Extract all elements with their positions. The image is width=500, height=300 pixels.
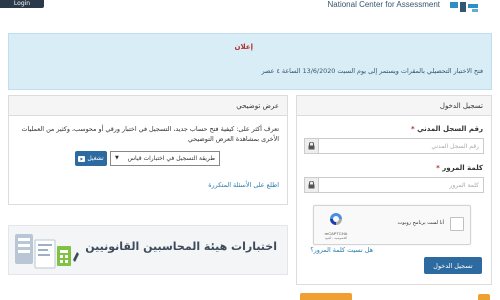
national-id-label: رقم السجل المدني *: [411, 125, 483, 133]
login-submit-button[interactable]: تسجيل الدخول: [424, 257, 482, 274]
accounting-illustration-icon: [15, 234, 79, 269]
faq-link[interactable]: اطلع على الأسئلة المتكررة: [208, 181, 279, 189]
recaptcha-privacy[interactable]: الخصوصية - البنود: [322, 236, 350, 240]
banner-title: اختبارات هيئة المحاسبين القانونيين: [85, 240, 277, 253]
announcement-title: إعلان: [234, 43, 253, 51]
demo-description: تعرف أكثر على: كيفية فتح حساب جديد، التس…: [21, 125, 279, 143]
video-icon: [78, 155, 86, 162]
national-id-field[interactable]: [304, 138, 484, 154]
recaptcha-label: أنا لست برنامج روبوت: [397, 220, 444, 226]
password-field[interactable]: [304, 177, 484, 193]
lock-icon: [305, 178, 319, 192]
demo-panel: عرض توضيحي تعرف أكثر على: كيفية فتح حساب…: [8, 95, 288, 205]
forgot-password-link[interactable]: هل نسيت كلمة المرور؟: [310, 246, 373, 254]
play-button[interactable]: تشغيل: [75, 151, 107, 166]
announcement-box: إعلان فتح الاختبار التحصيلي بالمقرات ويس…: [8, 33, 492, 90]
required-mark: *: [436, 164, 440, 172]
recaptcha-checkbox[interactable]: [450, 217, 464, 231]
required-mark: *: [410, 125, 415, 133]
national-id-label-text: رقم السجل المدني: [417, 125, 483, 133]
password-label-text: كلمة المرور: [442, 164, 483, 172]
recaptcha-logo: reCAPTCHA الخصوصية - البنود: [322, 211, 350, 241]
qiyas-logo-icon[interactable]: [446, 0, 482, 14]
demo-select[interactable]: طريقة التسجيل في اختبارات قياس ▼: [110, 151, 220, 166]
login-top-button[interactable]: Login: [0, 0, 44, 8]
org-name: National Center for Assessment: [327, 0, 441, 9]
recaptcha-widget: أنا لست برنامج روبوت reCAPTCHA الخصوصية …: [313, 205, 471, 245]
demo-select-value: طريقة التسجيل في اختبارات قياس: [127, 155, 215, 162]
bottom-orange-marker: [478, 294, 490, 300]
lock-icon: [305, 139, 319, 153]
bottom-orange-tab[interactable]: [300, 293, 352, 300]
chevron-down-icon: ▼: [115, 155, 119, 161]
password-label: كلمة المرور *: [436, 164, 483, 172]
top-header: Login National Center for Assessment: [0, 0, 500, 18]
recaptcha-icon: [330, 213, 342, 225]
national-id-input[interactable]: [320, 139, 483, 153]
login-panel: تسجيل الدخول رقم السجل المدني * كلمة الم…: [296, 95, 492, 285]
demo-heading: عرض توضيحي: [9, 96, 287, 116]
play-label: تشغيل: [87, 155, 104, 162]
announcement-body: فتح الاختبار التحصيلي بالمقرات ويستمر إل…: [261, 67, 483, 75]
password-input[interactable]: [320, 178, 483, 192]
accountants-exams-banner[interactable]: اختبارات هيئة المحاسبين القانونيين: [8, 225, 288, 275]
login-heading: تسجيل الدخول: [297, 96, 491, 116]
